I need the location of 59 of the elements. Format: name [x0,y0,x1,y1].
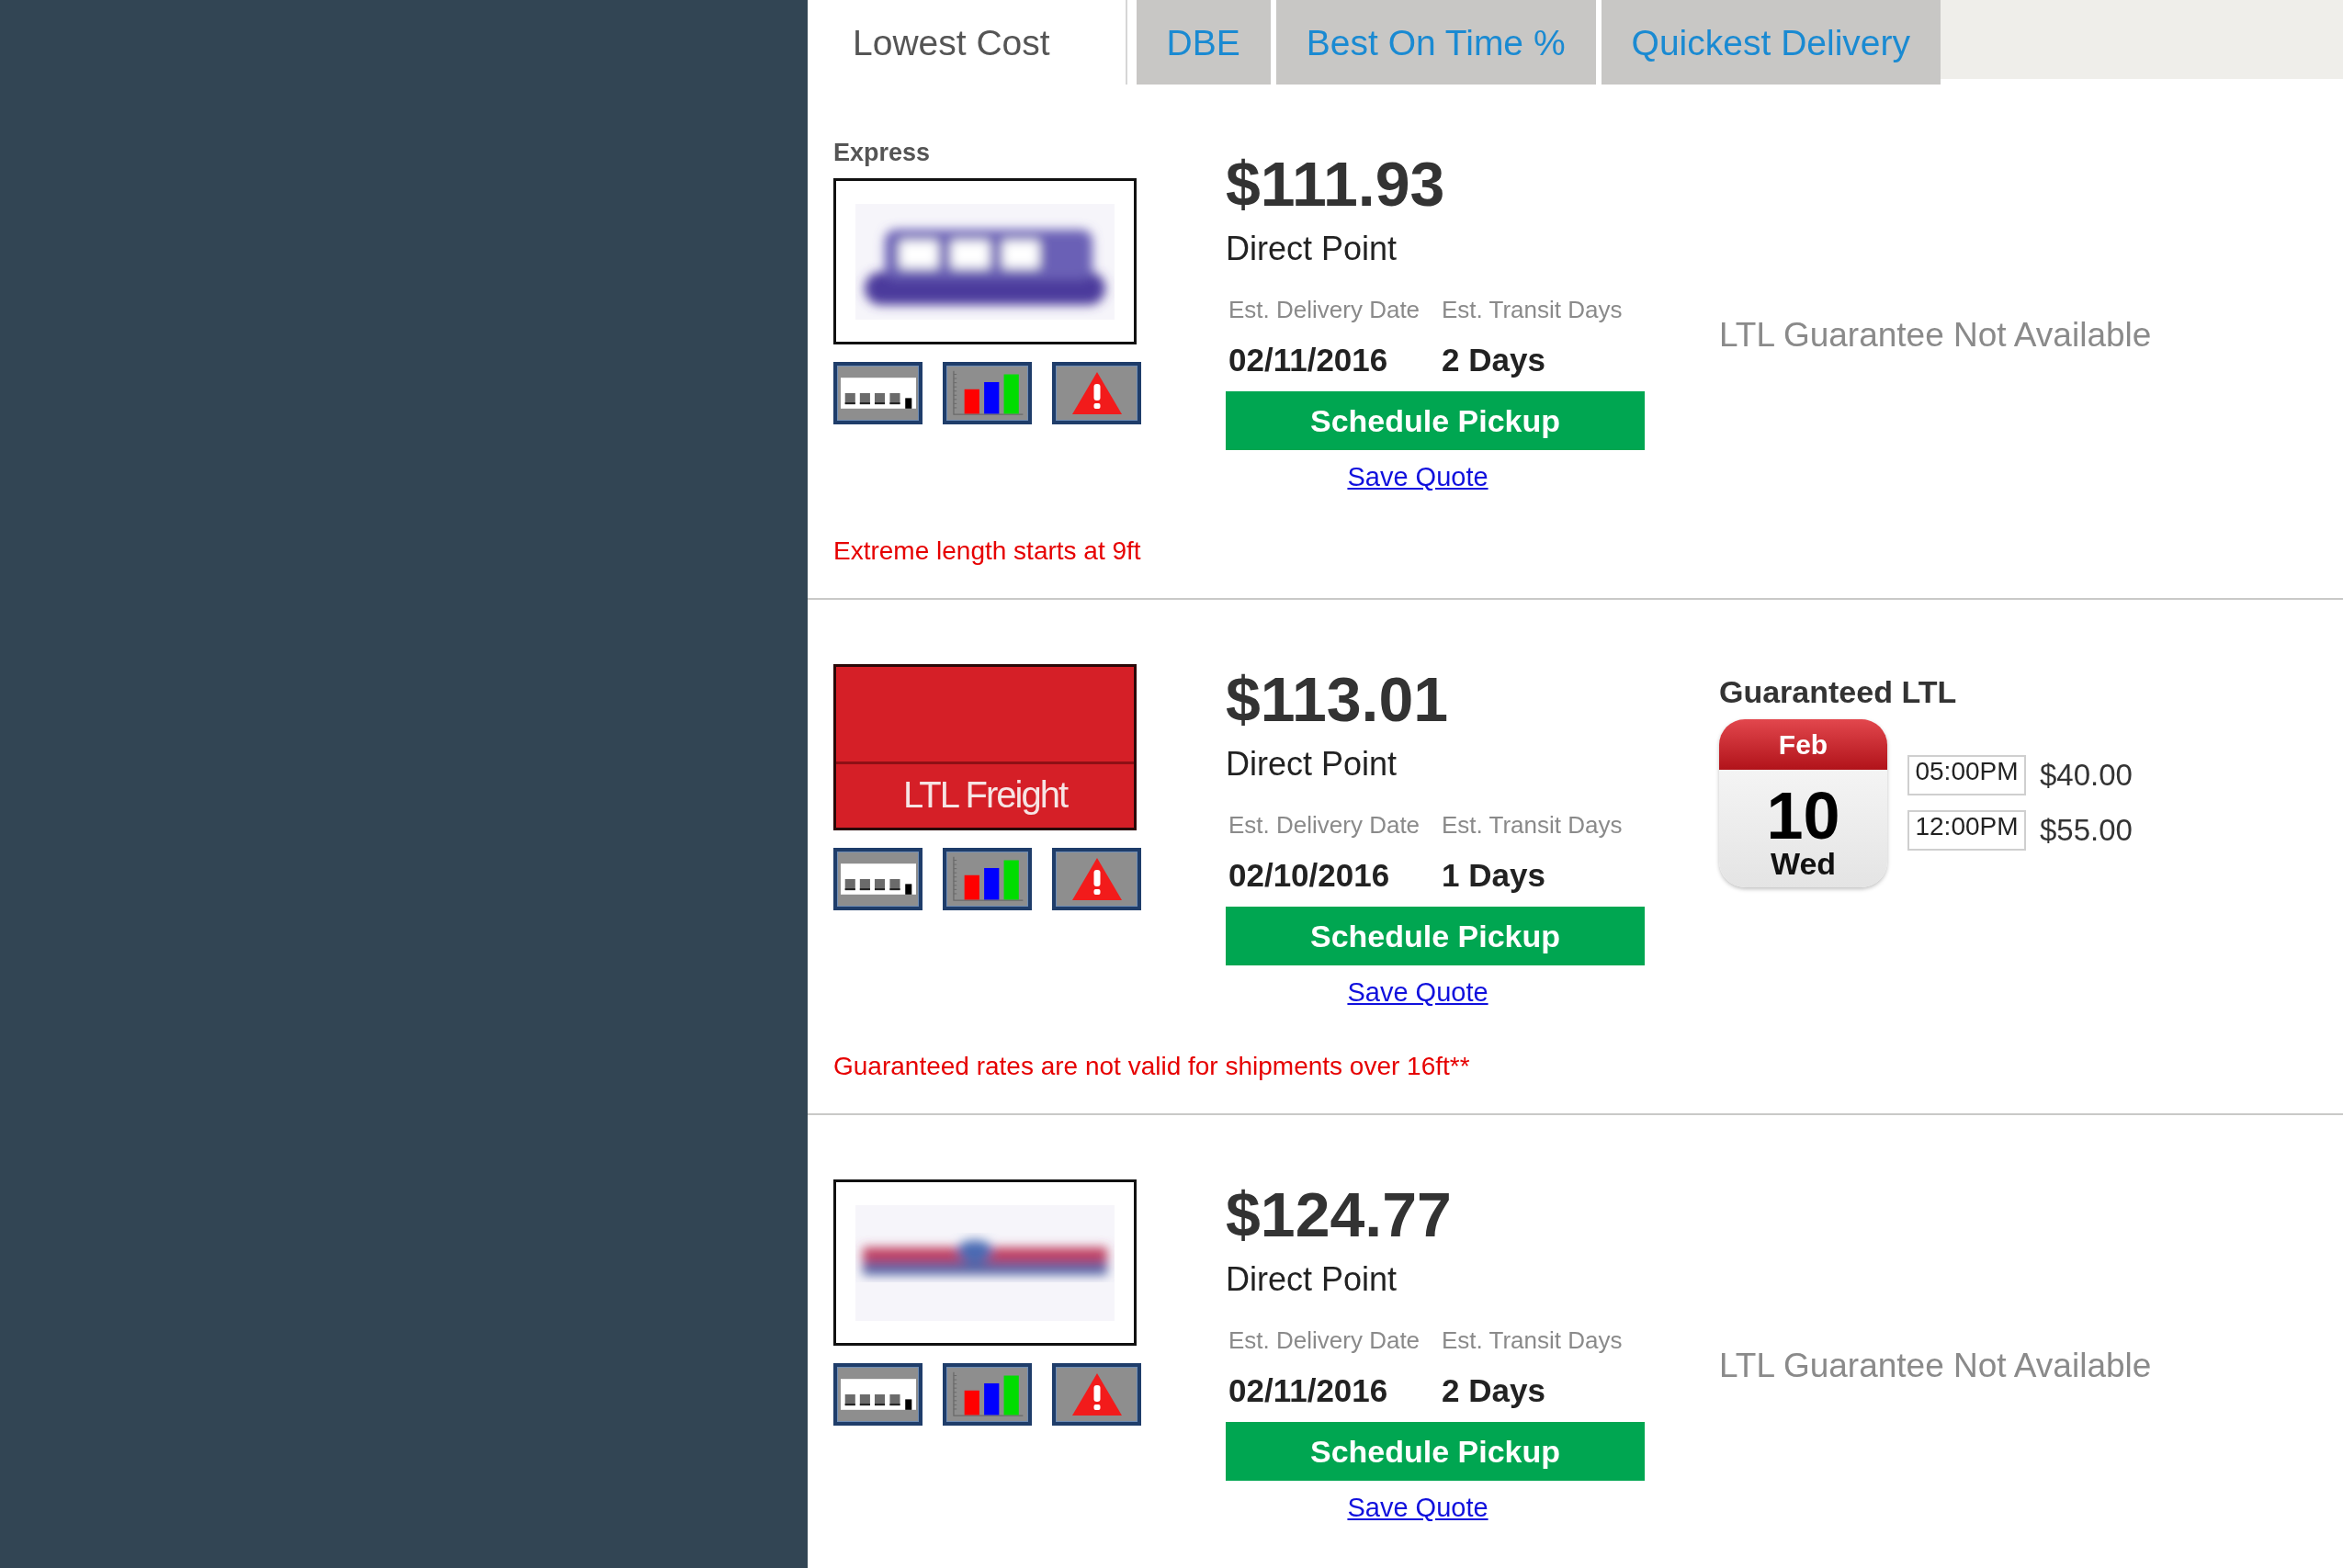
schedule-pickup-button[interactable]: Schedule Pickup [1226,1422,1645,1481]
price: $124.77 [1226,1179,1453,1249]
schedule-pickup-button[interactable]: Schedule Pickup [1226,391,1645,450]
delivery-time: 05:00PM [1907,755,2026,795]
guarantee-status: LTL Guarantee Not Available [1719,1346,2152,1386]
transit-days: 1 Days [1442,857,1545,894]
warning-button[interactable] [1052,848,1141,910]
calendar-weekday: Wed [1770,848,1837,879]
bar-chart-icon [951,370,1024,416]
squares-strip-icon [840,863,916,895]
warning-button[interactable] [1052,362,1141,424]
transit-days-label: Est. Transit Days [1442,1325,1623,1355]
schedule-pickup-button[interactable]: Schedule Pickup [1226,907,1645,965]
save-quote-link[interactable]: Save Quote [1347,977,1488,1007]
tab[interactable]: Quickest Delivery [1601,0,1941,85]
save-quote-link[interactable]: Save Quote [1347,462,1488,491]
price: $113.01 [1226,664,1450,734]
warning-icon [1071,372,1122,414]
guarantee-price: $40.00 [2040,757,2133,794]
transit-days-label: Est. Transit Days [1442,295,1623,324]
transit-days: 2 Days [1442,342,1545,378]
chart-button[interactable] [943,1363,1032,1426]
delivery-date-label: Est. Delivery Date [1228,295,1421,324]
bar-chart-icon [951,856,1024,902]
carrier-name: Direct Point [1226,745,1398,784]
squares-strip-icon [840,1379,916,1410]
transit-days-label: Est. Transit Days [1442,810,1623,840]
delivery-date: 02/10/2016 [1228,857,1390,894]
bar-chart-icon [951,1371,1024,1417]
warning-note: Guaranteed rates are not valid for shipments over 16ft** [833,1051,1470,1082]
guarantee-price: $55.00 [2040,812,2133,849]
guarantee-title: Guaranteed LTL [1719,673,1957,710]
guarantee-status: LTL Guarantee Not Available [1719,315,2152,355]
delivery-date-label: Est. Delivery Date [1228,810,1421,840]
warning-note: Extreme length starts at 9ft [833,536,1141,567]
chart-button[interactable] [943,848,1032,910]
service-label: Express [833,138,932,167]
calendar-day: 10 [1766,783,1840,849]
strip-button[interactable] [833,362,922,424]
tab[interactable]: Best On Time % [1275,0,1596,85]
save-quote-link[interactable]: Save Quote [1347,1493,1488,1522]
warning-button[interactable] [1052,1363,1141,1426]
warning-icon [1071,858,1122,900]
delivery-date-label: Est. Delivery Date [1228,1325,1421,1355]
logo-text: LTL Freight [902,776,1068,813]
calendar-month: Feb [1719,719,1887,770]
delivery-time: 12:00PM [1907,810,2026,851]
chart-button[interactable] [943,362,1032,424]
strip-button[interactable] [833,848,922,910]
tab[interactable]: DBE [1136,0,1271,85]
carrier-name: Direct Point [1226,230,1398,268]
warning-icon [1071,1373,1122,1416]
carrier-name: Direct Point [1226,1260,1398,1299]
delivery-date: 02/11/2016 [1228,342,1388,378]
squares-strip-icon [840,378,916,409]
transit-days: 2 Days [1442,1372,1545,1409]
price: $111.93 [1226,149,1446,219]
strip-button[interactable] [833,1363,922,1426]
delivery-date: 02/11/2016 [1228,1372,1388,1409]
